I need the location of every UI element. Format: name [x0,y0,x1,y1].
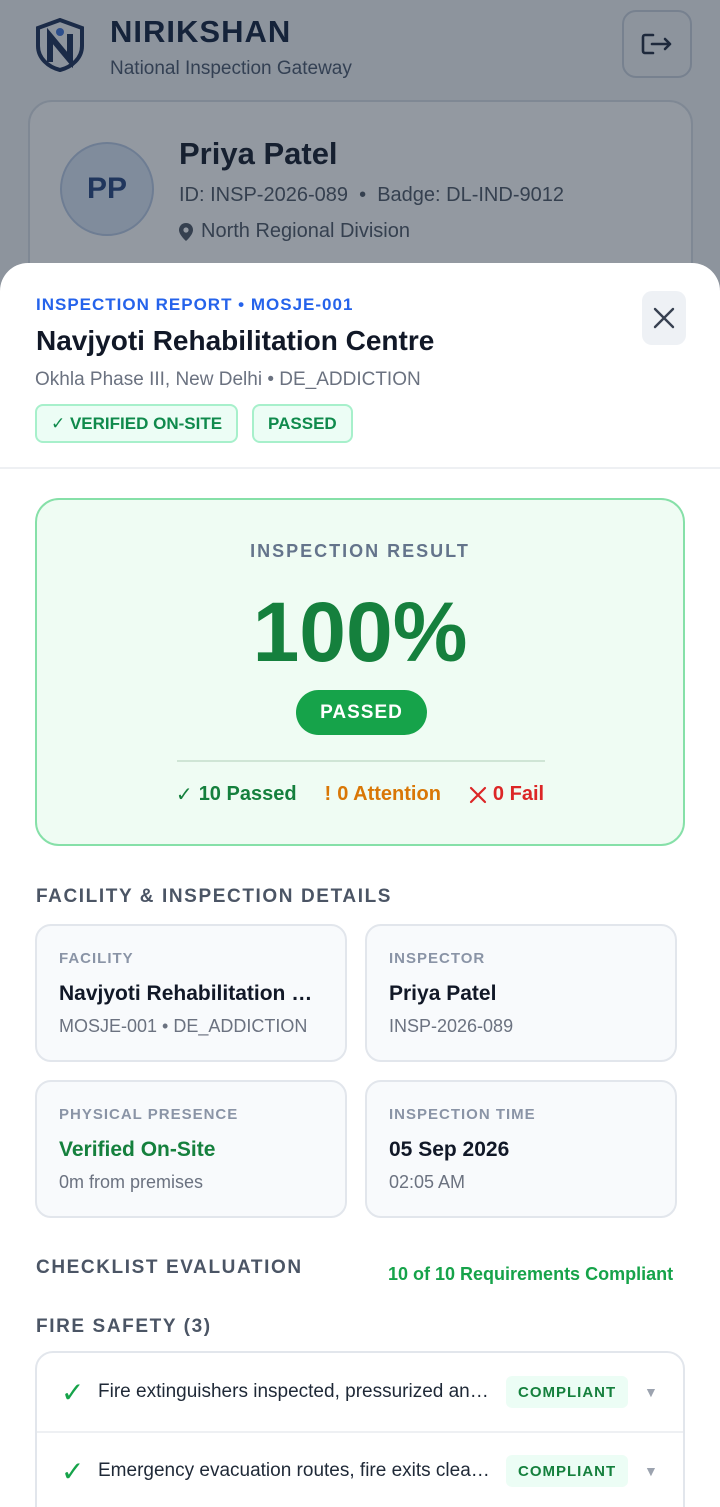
checklist-item[interactable]: ✓ Emergency evacuation routes, fire exit… [37,1431,683,1507]
compliant-badge: COMPLIANT [506,1455,629,1487]
result-stats: ✓ 10 Passed ! 0 Attention 0 Fail [37,782,683,807]
facility-card-value: Navjyoti Rehabilitation Centre [59,982,327,1005]
check-icon: ✓ [61,1455,85,1487]
compliance-summary: 10 of 10 Requirements Compliant [388,1264,674,1284]
exclamation-icon: ! [324,783,332,805]
details-section-title: FACILITY & INSPECTION DETAILS [36,886,393,907]
inspector-card-label: INSPECTOR [389,950,486,967]
attention-stat: ! 0 Attention [325,782,441,807]
header-divider [0,467,720,469]
physical-presence-card: PHYSICAL PRESENCE Verified On-Site 0m fr… [35,1080,347,1218]
facility-title: Navjyoti Rehabilitation Centre [36,325,435,356]
presence-card-value: Verified On-Site [59,1138,216,1161]
checklist-item[interactable]: ✓ Fire extinguishers inspected, pressuri… [37,1353,683,1431]
presence-card-label: PHYSICAL PRESENCE [59,1106,239,1123]
chevron-down-icon[interactable]: ▼ [644,1463,658,1479]
facility-card-label: FACILITY [59,950,134,967]
check-icon: ✓ [175,784,193,806]
report-eyebrow: INSPECTION REPORT • MOSJE-001 [36,295,354,314]
checklist-item-text: Fire extinguishers inspected, pressurize… [98,1381,492,1402]
close-icon [653,307,675,329]
result-score: 100% [252,585,468,679]
verified-badge: ✓ VERIFIED ON-SITE [35,404,239,443]
result-status-pill: PASSED [296,690,427,735]
chevron-down-icon[interactable]: ▼ [644,1384,658,1400]
facility-card: FACILITY Navjyoti Rehabilitation Centre … [35,924,347,1062]
fail-stat: 0 Fail [469,782,544,807]
inspection-time-card: INSPECTION TIME 05 Sep 2026 02:05 AM [365,1080,677,1218]
attention-count: 0 Attention [337,783,441,805]
category-title: FIRE SAFETY (3) [36,1316,212,1337]
passed-badge: PASSED [252,404,353,443]
time-card-time: 02:05 AM [389,1172,466,1192]
inspector-card: INSPECTOR Priya Patel INSP-2026-089 [365,924,677,1062]
inspector-card-value: Priya Patel [389,982,497,1005]
checklist-list: ✓ Fire extinguishers inspected, pressuri… [35,1351,685,1507]
facility-card-sub: MOSJE-001 • DE_ADDICTION [59,1016,308,1036]
time-card-label: INSPECTION TIME [389,1106,536,1123]
passed-count: 10 Passed [198,783,297,805]
inspector-card-sub: INSP-2026-089 [389,1016,514,1036]
status-badges: ✓ VERIFIED ON-SITE PASSED [35,404,353,443]
result-divider [177,760,545,762]
inspection-report-sheet: INSPECTION REPORT • MOSJE-001 Navjyoti R… [0,263,720,1507]
close-button[interactable] [642,291,686,345]
time-card-date: 05 Sep 2026 [389,1138,510,1161]
facility-location: Okhla Phase III, New Delhi • DE_ADDICTIO… [35,369,421,390]
checklist-item-text: Emergency evacuation routes, fire exits … [98,1460,492,1481]
inspection-result-card: INSPECTION RESULT 100% PASSED ✓ 10 Passe… [35,498,685,846]
check-icon: ✓ [61,1376,85,1408]
cross-icon [469,786,487,803]
checklist-section-title: CHECKLIST EVALUATION [36,1257,303,1278]
passed-stat: ✓ 10 Passed [176,782,297,807]
presence-card-sub: 0m from premises [59,1172,204,1192]
result-label: INSPECTION RESULT [250,541,470,561]
compliant-badge: COMPLIANT [506,1376,629,1408]
fail-count: 0 Fail [492,783,545,805]
